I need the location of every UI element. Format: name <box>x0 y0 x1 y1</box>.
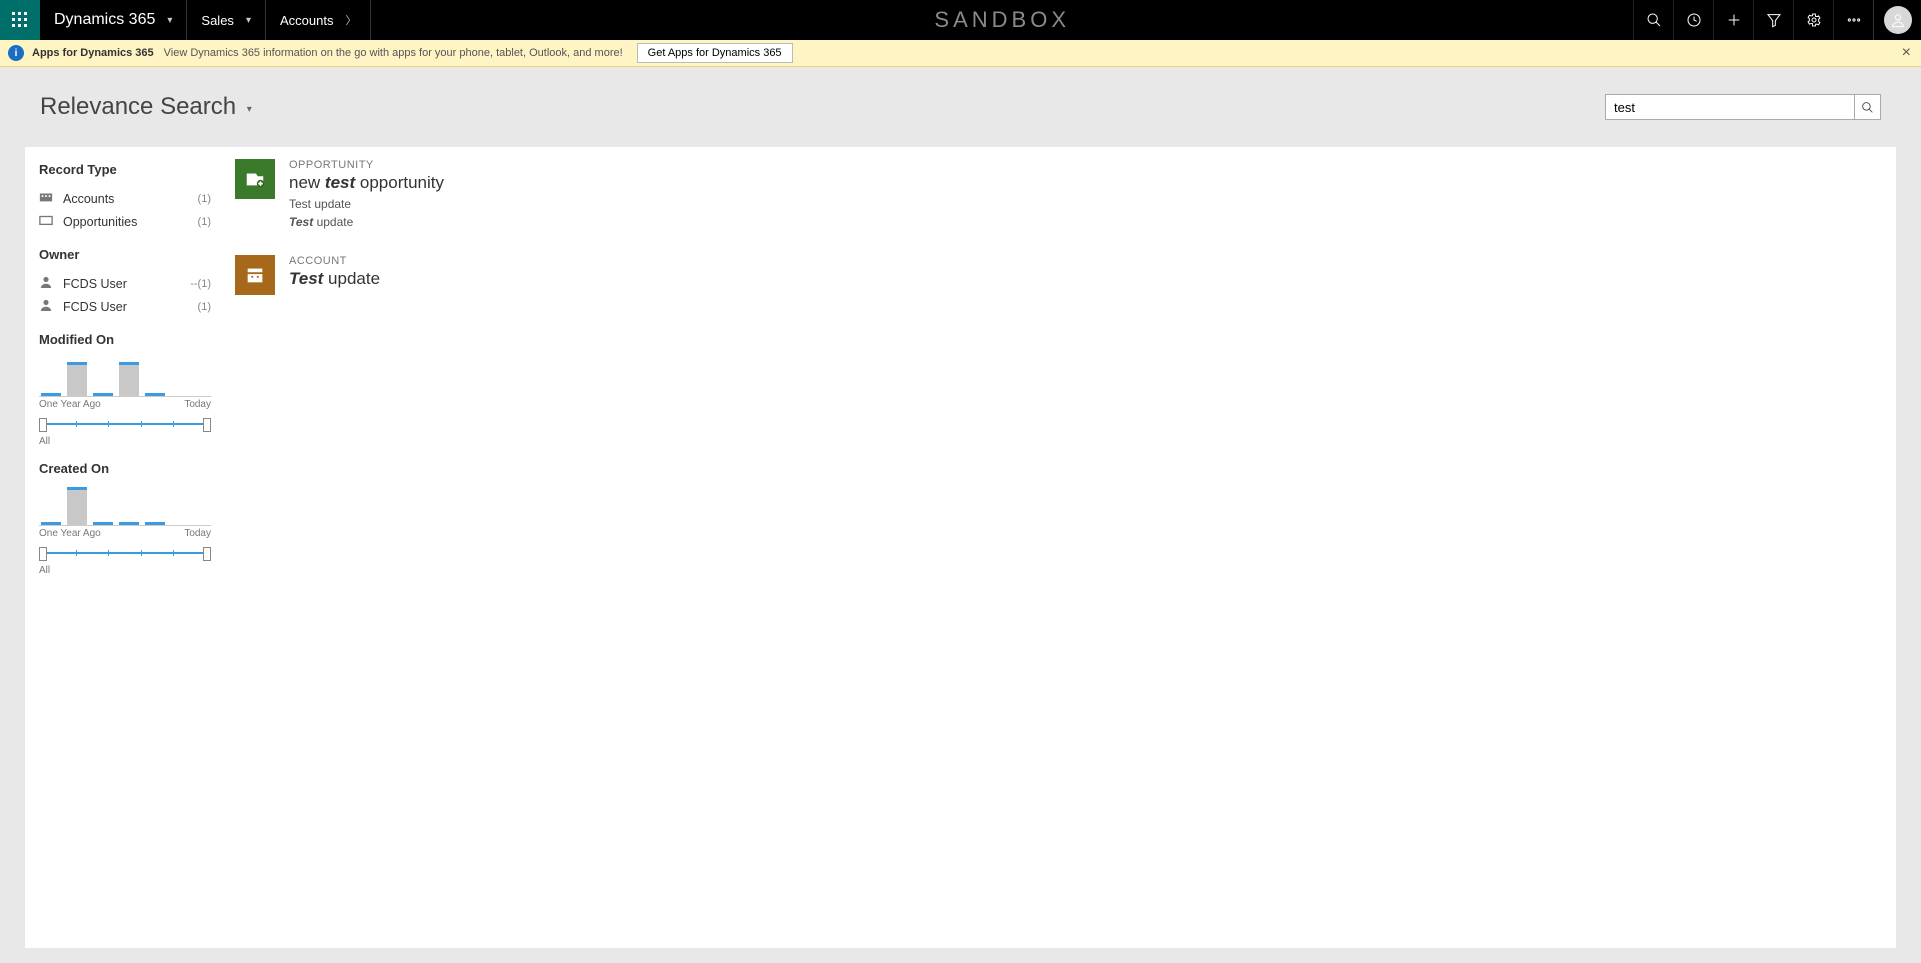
user-avatar[interactable] <box>1873 0 1921 40</box>
get-apps-button[interactable]: Get Apps for Dynamics 365 <box>637 43 793 63</box>
modified-on-histogram: One Year Ago Today All <box>39 357 211 447</box>
search-box <box>1605 94 1881 120</box>
histogram-bar <box>93 522 113 525</box>
facet-item-count: (1) <box>198 216 211 228</box>
brand-label: Dynamics 365 <box>54 11 155 29</box>
histogram-bar <box>145 393 165 396</box>
page-title-label: Relevance Search <box>40 93 236 120</box>
more-button[interactable] <box>1833 0 1873 40</box>
date-range-slider[interactable] <box>39 416 211 434</box>
notification-bar: i Apps for Dynamics 365 View Dynamics 36… <box>0 40 1921 67</box>
facet-record-type-accounts[interactable]: Accounts (1) <box>39 187 211 210</box>
facet-item-label: FCDS User <box>63 277 127 291</box>
slider-all-label: All <box>39 565 211 576</box>
account-icon <box>235 255 275 295</box>
page-header: Relevance Search ▾ <box>0 67 1921 147</box>
history-icon <box>1686 12 1702 28</box>
result-type-label: OPPORTUNITY <box>289 159 444 171</box>
slider-handle-left[interactable] <box>39 418 47 432</box>
chevron-down-icon: ▾ <box>167 15 172 26</box>
person-icon <box>39 276 57 291</box>
search-result-account[interactable]: ACCOUNT Test update <box>235 255 1886 295</box>
search-input[interactable] <box>1605 94 1855 120</box>
histogram-bar <box>67 362 87 396</box>
more-horizontal-icon <box>1846 12 1862 28</box>
histogram-bar <box>93 393 113 396</box>
chevron-right-icon: 〉 <box>345 12 356 28</box>
results-panel: Record Type Accounts (1) Opportunities (… <box>25 147 1896 948</box>
search-icon <box>1861 101 1874 114</box>
facet-item-count: --(1) <box>190 278 211 290</box>
global-actions <box>1633 0 1921 40</box>
notification-title: Apps for Dynamics 365 <box>32 47 154 59</box>
app-launcher-button[interactable] <box>0 0 40 40</box>
histogram-bar <box>119 362 139 396</box>
page-title[interactable]: Relevance Search ▾ <box>40 93 252 121</box>
facet-modified-label: Modified On <box>39 332 211 347</box>
histogram-range-left: One Year Ago <box>39 528 101 539</box>
facet-sidebar: Record Type Accounts (1) Opportunities (… <box>25 147 225 948</box>
result-title: new test opportunity <box>289 173 444 193</box>
module-menu[interactable]: Sales ▾ <box>187 0 266 40</box>
slider-handle-right[interactable] <box>203 547 211 561</box>
slider-handle-right[interactable] <box>203 418 211 432</box>
filter-button[interactable] <box>1753 0 1793 40</box>
facet-item-label: Opportunities <box>63 215 137 229</box>
funnel-icon <box>1766 12 1782 28</box>
histogram-bar <box>145 522 165 525</box>
date-range-slider[interactable] <box>39 545 211 563</box>
search-icon <box>1646 12 1662 28</box>
search-result-opportunity[interactable]: OPPORTUNITY new test opportunity Test up… <box>235 159 1886 229</box>
info-icon: i <box>8 45 24 61</box>
facet-item-label: FCDS User <box>63 300 127 314</box>
waffle-icon <box>12 12 28 28</box>
result-snippet: Test update <box>289 215 444 229</box>
result-snippet: Test update <box>289 197 444 211</box>
histogram-range-right: Today <box>184 528 211 539</box>
module-label: Sales <box>201 13 234 28</box>
gear-icon <box>1806 12 1822 28</box>
opportunity-icon <box>235 159 275 199</box>
search-results: OPPORTUNITY new test opportunity Test up… <box>225 147 1896 948</box>
facet-item-label: Accounts <box>63 192 114 206</box>
breadcrumb-label: Accounts <box>280 13 333 28</box>
facet-created-label: Created On <box>39 461 211 476</box>
histogram-bar <box>119 522 139 525</box>
plus-icon <box>1726 12 1742 28</box>
facet-owner-label: Owner <box>39 247 211 262</box>
facet-record-type-opportunities[interactable]: Opportunities (1) <box>39 210 211 233</box>
facet-owner-item[interactable]: FCDS User (1) <box>39 295 211 318</box>
facet-record-type-label: Record Type <box>39 162 211 177</box>
created-on-histogram: One Year Ago Today All <box>39 486 211 576</box>
chevron-down-icon: ▾ <box>247 104 252 115</box>
notification-message: View Dynamics 365 information on the go … <box>164 47 623 59</box>
facet-owner-item[interactable]: FCDS User --(1) <box>39 272 211 295</box>
global-nav: Dynamics 365 ▾ Sales ▾ Accounts 〉 SANDBO… <box>0 0 1921 40</box>
environment-badge: SANDBOX <box>371 0 1633 40</box>
person-icon <box>39 299 57 314</box>
facet-item-count: (1) <box>198 193 211 205</box>
recent-button[interactable] <box>1673 0 1713 40</box>
histogram-bar <box>67 487 87 525</box>
brand-menu[interactable]: Dynamics 365 ▾ <box>40 0 187 40</box>
slider-handle-left[interactable] <box>39 547 47 561</box>
avatar-icon <box>1884 6 1912 34</box>
result-type-label: ACCOUNT <box>289 255 380 267</box>
search-submit-button[interactable] <box>1855 94 1881 120</box>
breadcrumb[interactable]: Accounts 〉 <box>266 0 371 40</box>
histogram-range-left: One Year Ago <box>39 399 101 410</box>
histogram-range-right: Today <box>184 399 211 410</box>
settings-button[interactable] <box>1793 0 1833 40</box>
facet-item-count: (1) <box>198 301 211 313</box>
new-button[interactable] <box>1713 0 1753 40</box>
slider-all-label: All <box>39 436 211 447</box>
close-notification-button[interactable]: × <box>1902 44 1911 62</box>
result-title: Test update <box>289 269 380 289</box>
search-button[interactable] <box>1633 0 1673 40</box>
building-icon <box>39 191 57 206</box>
folder-icon <box>39 214 57 229</box>
histogram-bar <box>41 393 61 396</box>
histogram-bar <box>41 522 61 525</box>
chevron-down-icon: ▾ <box>246 15 251 26</box>
